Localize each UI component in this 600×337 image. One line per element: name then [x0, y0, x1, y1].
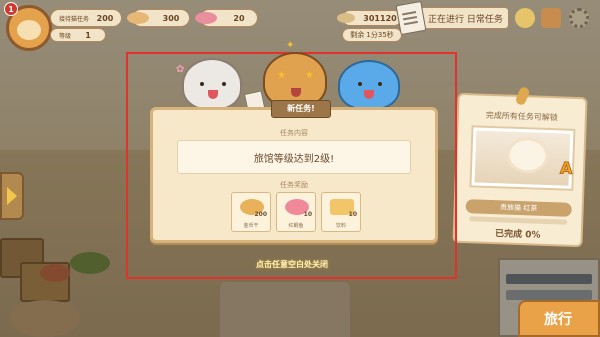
dialog-title: 新任务!: [271, 100, 331, 118]
reward-item[interactable]: 10 红鲷鱼: [276, 192, 316, 232]
reward-item[interactable]: 200 金币干: [231, 192, 271, 232]
fluffy-cat-icon: [509, 139, 547, 171]
unlock-title: 完成所有任务可解锁: [485, 110, 559, 123]
coins-value: 300: [162, 13, 180, 23]
unlock-cat-name: 贵族猫 红茶: [465, 199, 572, 217]
daily-task-label: 正在进行 日常任务: [428, 14, 503, 25]
task-list-icon: [395, 0, 427, 36]
arrow-right-icon: [7, 187, 17, 205]
star-eye-icon: ★: [277, 70, 286, 81]
reward-count: 200: [254, 211, 267, 218]
unlock-progress-text: 已完成 0%: [494, 229, 541, 241]
close-hint-text[interactable]: 点击任意空白处关闭: [236, 259, 348, 270]
level-badge: 1: [4, 2, 18, 16]
timer-text: 剩余 1分35秒: [350, 31, 394, 39]
task-description: 旅馆等级达到2级!: [253, 153, 335, 165]
grade-badge: A: [559, 158, 573, 178]
reward-label: 任务奖励: [280, 181, 308, 189]
likes-value: 1: [85, 30, 91, 40]
cat-eye: [358, 82, 362, 86]
settings-gear-icon[interactable]: [569, 8, 589, 28]
cat-mouth: [364, 90, 374, 99]
task-description-box: 旅馆等级达到2级!: [177, 140, 411, 174]
fish-pill[interactable]: 20: [195, 9, 258, 27]
expand-left-button[interactable]: [0, 172, 24, 220]
reward-list: 200 金币干 10 红鲷鱼 10 饮料: [231, 192, 361, 232]
daily-task-button[interactable]: 正在进行 日常任务: [395, 0, 509, 36]
guild-task-label: 接待猫任务: [59, 15, 90, 23]
likes-label: 等级: [59, 32, 72, 40]
unlock-portrait-frame: A: [469, 125, 576, 191]
guild-task-pill: 接待猫任务 200: [50, 9, 122, 27]
reward-count: 10: [303, 211, 312, 218]
flower-icon: ✿: [176, 64, 185, 75]
money-icon: [337, 13, 355, 23]
task-content-label: 任务内容: [280, 129, 308, 137]
reward-item[interactable]: 10 饮料: [321, 192, 361, 232]
white-cat: [182, 58, 242, 110]
star-eye-icon: ★: [305, 70, 314, 81]
fish-icon: [195, 12, 217, 24]
guild-task-value: 200: [96, 13, 114, 23]
new-task-dialog: 新任务! 任务内容 旅馆等级达到2级! 任务奖励 200 金币干 10 红鲷鱼 …: [150, 100, 438, 243]
unlock-progress-bar: [469, 216, 568, 225]
cat-face-icon: [17, 20, 41, 40]
reward-name: 饮料: [335, 223, 346, 229]
cat-eye: [222, 82, 226, 86]
cash-pill[interactable]: 301120: [337, 10, 402, 26]
coins-pill[interactable]: 300: [127, 9, 190, 27]
friends-icon[interactable]: [515, 8, 535, 28]
cat-mouth: [208, 90, 218, 99]
likes-pill: 等级 1: [50, 28, 106, 42]
blue-cat: [338, 60, 400, 110]
cash-value: 301120: [363, 13, 397, 23]
fish-value: 20: [233, 13, 245, 23]
mail-icon[interactable]: [541, 8, 561, 28]
reward-count: 10: [348, 211, 357, 218]
sparkle-icon: ✦: [286, 40, 295, 51]
bread-coin-icon: [127, 12, 149, 24]
travel-button[interactable]: 旅行: [518, 300, 600, 337]
cat-mouth: [291, 88, 301, 97]
cat-eye: [378, 82, 382, 86]
reward-name: 金币干: [243, 223, 259, 229]
timer-pill: 剩余 1分35秒: [342, 28, 402, 42]
unlock-reward-card[interactable]: 完成所有任务可解锁 A 贵族猫 红茶 已完成 0%: [452, 85, 588, 248]
cat-eye: [200, 82, 204, 86]
reward-name: 红鲷鱼: [288, 223, 304, 229]
unlock-portrait: [474, 130, 571, 186]
